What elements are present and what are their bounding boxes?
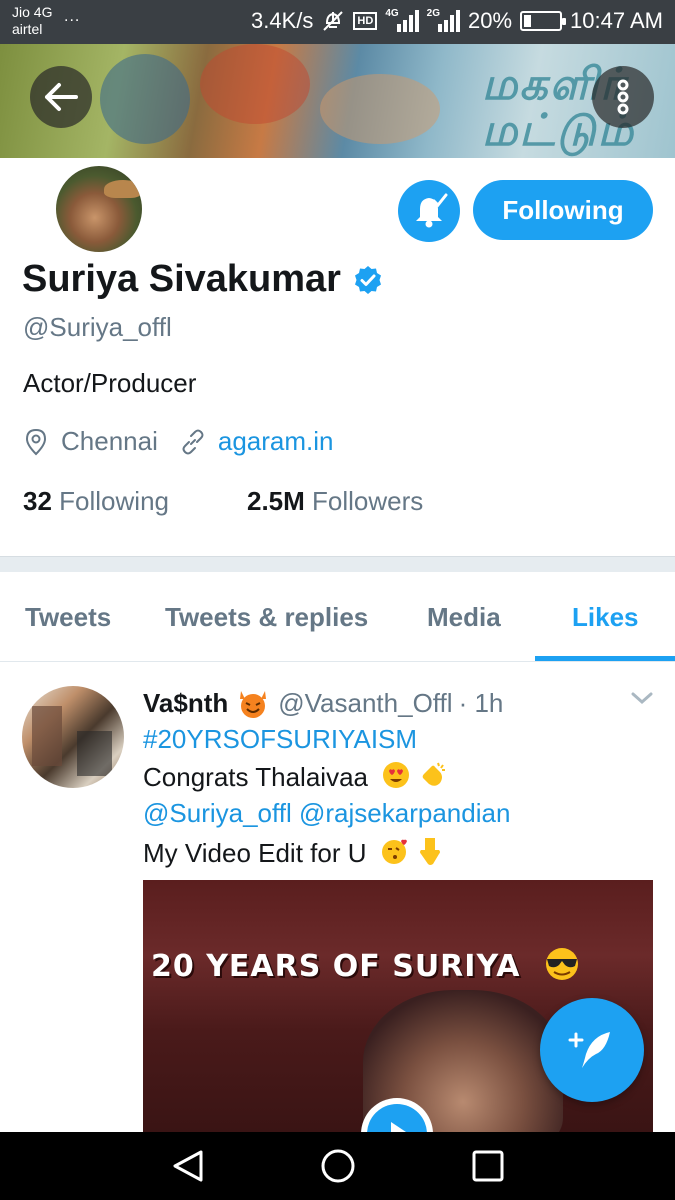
followers-count-value: 2.5M bbox=[246, 486, 305, 516]
recents-square-icon bbox=[472, 1150, 504, 1182]
chevron-down-icon bbox=[631, 692, 653, 705]
tweet-time: · 1h bbox=[458, 688, 504, 718]
profile-bio: Actor/Producer bbox=[23, 368, 197, 398]
tweet-author-handle[interactable]: @Vasanth_Offl bbox=[278, 688, 452, 719]
notification-dots: ... bbox=[64, 8, 81, 25]
tweet-mention-2[interactable]: @rajsekarpandian bbox=[299, 798, 510, 828]
more-options-button[interactable] bbox=[592, 66, 654, 128]
more-vertical-icon bbox=[617, 79, 629, 115]
back-triangle-icon bbox=[173, 1150, 203, 1182]
carrier-info: Jio 4G airtel bbox=[12, 4, 52, 38]
link-icon bbox=[182, 429, 204, 454]
following-count-label: Following bbox=[59, 486, 169, 516]
battery-percent: 20% bbox=[468, 8, 513, 33]
avatar-detail bbox=[32, 706, 62, 766]
follow-counts: 32 Following 2.5M Followers bbox=[23, 486, 423, 517]
tweet-hashtag[interactable]: #20YRSOFSURIYAISM bbox=[143, 724, 417, 754]
system-navigation-bar bbox=[0, 1132, 675, 1200]
heart-eyes-emoji-icon bbox=[383, 762, 410, 788]
profile-location: Chennai bbox=[61, 426, 158, 456]
notifications-button[interactable] bbox=[398, 180, 460, 242]
sunglasses-emoji-icon bbox=[545, 948, 578, 980]
followers-count[interactable]: 2.5M Followers bbox=[247, 486, 423, 517]
banner-shape bbox=[100, 54, 190, 144]
banner-shape bbox=[200, 44, 310, 124]
following-count-value: 32 bbox=[23, 486, 52, 516]
profile-website-link[interactable]: agaram.in bbox=[218, 426, 334, 457]
net-label-2: 2G bbox=[426, 7, 440, 19]
tweet-text-line: Congrats Thalaivaa bbox=[143, 760, 448, 793]
nav-back-button[interactable] bbox=[168, 1148, 208, 1184]
network-speed: 3.4K/s bbox=[251, 8, 314, 33]
battery-fill bbox=[524, 15, 531, 27]
profile-handle: @Suriya_offl bbox=[23, 312, 172, 342]
tweet-text-line: My Video Edit for U bbox=[143, 836, 443, 869]
video-play-button[interactable] bbox=[361, 1098, 433, 1132]
carrier-line-1: Jio 4G bbox=[12, 4, 53, 20]
home-circle-icon bbox=[321, 1149, 355, 1183]
location-pin-icon bbox=[25, 428, 47, 455]
avatar-detail bbox=[104, 180, 142, 198]
bell-check-icon bbox=[416, 193, 448, 228]
battery-icon bbox=[520, 11, 567, 31]
carrier-line-2: airtel bbox=[12, 21, 43, 37]
net-label-1: 4G bbox=[385, 7, 399, 19]
signal-2g-icon: 2G bbox=[426, 7, 460, 32]
clock: 10:47 AM bbox=[570, 8, 663, 33]
mute-icon bbox=[321, 9, 345, 33]
nav-home-button[interactable] bbox=[318, 1148, 358, 1184]
tweet-text-edit: My Video Edit for U bbox=[143, 838, 367, 868]
followers-count-label: Followers bbox=[312, 486, 424, 516]
profile-avatar[interactable] bbox=[52, 162, 146, 256]
tweet-header: Va$nth @Vasanth_Offl · 1h bbox=[143, 688, 503, 719]
tweet-hashtag-line: #20YRSOFSURIYAISM bbox=[143, 724, 417, 755]
profile-name-text: Suriya Sivakumar bbox=[22, 258, 341, 300]
arrow-left-icon bbox=[45, 83, 78, 111]
hd-icon: HD bbox=[353, 12, 378, 30]
back-button[interactable] bbox=[30, 66, 92, 128]
clapping-hands-emoji-icon bbox=[423, 762, 446, 786]
tab-tweets-replies[interactable]: Tweets & replies bbox=[165, 602, 368, 633]
compose-tweet-button[interactable] bbox=[540, 998, 644, 1102]
banner-shape bbox=[320, 74, 440, 144]
profile-tabs: Tweets Tweets & replies Media Likes bbox=[0, 572, 675, 662]
profile-name: Suriya Sivakumar bbox=[22, 258, 383, 301]
video-overlay-title-text: 20 YEARS OF SURIYA bbox=[151, 949, 521, 984]
profile-banner: மகளிர் மட்டும் bbox=[0, 44, 675, 158]
profile-meta: Chennai agaram.in bbox=[23, 426, 333, 457]
following-button[interactable]: Following bbox=[473, 180, 653, 240]
signal-4g-icon: 4G bbox=[385, 7, 419, 32]
active-tab-indicator bbox=[535, 656, 675, 661]
tweet-menu-button[interactable] bbox=[630, 690, 654, 711]
kissing-heart-emoji-icon bbox=[381, 839, 407, 864]
tweet-mentions-line: @Suriya_offl @rajsekarpandian bbox=[143, 798, 510, 829]
tab-media[interactable]: Media bbox=[427, 602, 501, 633]
tweet-author-name[interactable]: Va$nth bbox=[143, 688, 228, 719]
nav-recents-button[interactable] bbox=[468, 1148, 508, 1184]
tweet-author-avatar[interactable] bbox=[22, 686, 124, 788]
following-count[interactable]: 32 Following bbox=[23, 486, 169, 517]
status-bar: Jio 4G airtel ... 3.4K/s HD 4G 2G 20% 10… bbox=[0, 0, 675, 44]
status-icons: 3.4K/s HD 4G 2G 20% 10:47 AM bbox=[251, 8, 663, 34]
pointing-down-emoji-icon bbox=[419, 838, 440, 865]
video-overlay-title: 20 YEARS OF SURIYA bbox=[151, 946, 582, 984]
verified-badge-icon bbox=[354, 265, 381, 294]
tweet-mention-1[interactable]: @Suriya_offl bbox=[143, 798, 292, 828]
avatar-detail bbox=[77, 731, 112, 776]
tweet-text-congrats: Congrats Thalaivaa bbox=[143, 762, 368, 792]
section-divider bbox=[0, 556, 675, 572]
tab-likes[interactable]: Likes bbox=[572, 602, 639, 633]
tab-tweets[interactable]: Tweets bbox=[25, 602, 111, 633]
smiling-devil-emoji-icon bbox=[240, 690, 267, 718]
play-icon bbox=[367, 1104, 427, 1132]
compose-feather-icon bbox=[568, 1032, 610, 1068]
